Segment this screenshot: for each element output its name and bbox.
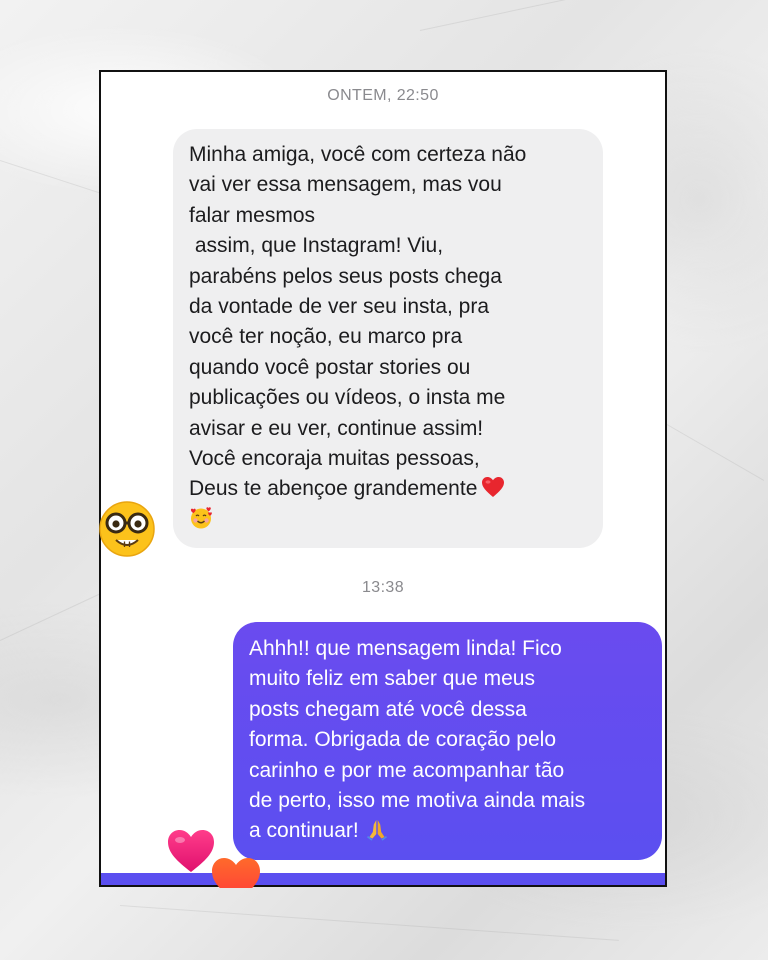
red-heart-icon [482,477,505,498]
folded-hands-icon [366,820,387,842]
composer-bar-edge [101,873,665,885]
smiling-face-with-hearts-icon [190,507,212,529]
timestamp-today: 13:38 [361,579,405,596]
outgoing-message-text: Ahhh!! que mensagem linda! Fico muito fe… [249,637,586,843]
paper-crease [0,593,100,641]
incoming-message-text: Minha amiga, você com certeza não vai ve… [189,143,527,501]
nerd-face-reaction-icon[interactable] [98,496,156,562]
paper-crease [119,905,619,941]
timestamp-yesterday: ONTEM, 22:50 [327,87,439,104]
outgoing-message-bubble[interactable]: Ahhh!! que mensagem linda! Fico muito fe… [233,622,662,860]
paper-crease [419,0,768,31]
orange-heart-icon [212,858,260,888]
chat-screenshot-frame: ONTEM, 22:50 Minha amiga, você com certe… [99,70,667,887]
pink-heart-icon [168,830,214,872]
paper-crease [659,420,765,481]
incoming-message-bubble[interactable]: Minha amiga, você com certeza não vai ve… [173,129,603,548]
